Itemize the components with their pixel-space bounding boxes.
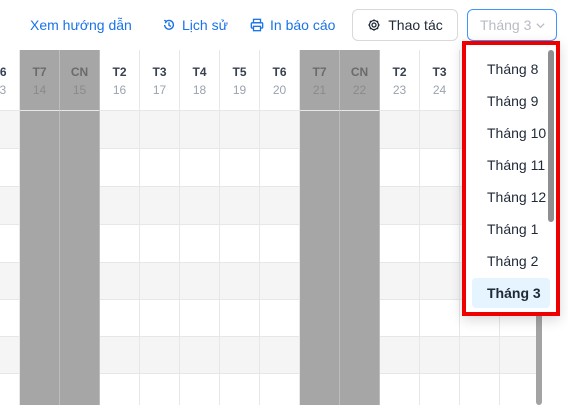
column-divider [219,111,220,405]
day-header: T3 24 [420,50,460,111]
month-option[interactable]: Tháng 12 [472,182,550,212]
day-of-week: T2 [392,65,407,79]
month-dropdown: Tháng 8 Tháng 9 Tháng 10 Tháng 11 Tháng 12 Th… [462,41,560,316]
day-of-week: T7 [312,65,327,79]
month-select[interactable]: Tháng 3 [467,9,557,41]
column-divider [139,111,140,405]
weekend-column [300,111,340,405]
history-icon [163,19,175,30]
day-header: T7 14 [20,50,60,111]
guide-label: Xem hướng dẫn [30,17,132,33]
column-divider [259,111,260,405]
history-label: Lịch sử [182,17,228,33]
month-select-value: Tháng 3 [480,17,532,33]
day-header: T6 20 [260,50,300,111]
day-number: 19 [232,83,247,97]
actions-button[interactable]: Thao tác [352,9,458,41]
history-link[interactable]: Lịch sử [162,14,228,36]
day-header: CN 15 [60,50,100,111]
day-number: 21 [312,83,327,97]
month-option[interactable]: Tháng 8 [472,54,550,84]
printer-icon [250,18,264,32]
day-number: 23 [392,83,407,97]
day-header: T7 21 [300,50,340,111]
print-link[interactable]: In báo cáo [250,14,335,36]
day-number: 14 [32,83,47,97]
day-number: 13 [0,83,7,97]
weekend-column [20,111,60,405]
day-of-week: T6 [0,65,7,79]
day-of-week: CN [70,65,89,79]
day-of-week: CN [350,65,369,79]
column-divider [179,111,180,405]
day-header: T3 17 [140,50,180,111]
actions-label: Thao tác [388,17,443,33]
weekend-column [340,111,380,405]
day-of-week: T4 [192,65,207,79]
day-number: 16 [112,83,127,97]
day-number: 17 [152,83,167,97]
column-divider [419,111,420,405]
day-header: CN 22 [340,50,380,111]
month-option[interactable]: Tháng 10 [472,118,550,148]
day-header: T2 23 [380,50,420,111]
day-number: 15 [72,83,87,97]
dropdown-scrollbar[interactable] [548,50,554,222]
day-number: 22 [352,83,367,97]
day-number: 20 [272,83,287,97]
day-header: T4 18 [180,50,220,111]
month-option[interactable]: Tháng 9 [472,86,550,116]
month-option[interactable]: Tháng 3 [472,278,550,308]
month-option[interactable]: Tháng 11 [472,150,550,180]
weekend-column [60,111,100,405]
print-label: In báo cáo [270,17,336,33]
day-number: 18 [192,83,207,97]
day-of-week: T5 [232,65,247,79]
day-of-week: T3 [152,65,167,79]
guide-link[interactable]: Xem hướng dẫn [30,14,132,36]
day-header: T5 19 [220,50,260,111]
day-of-week: T3 [432,65,447,79]
month-option[interactable]: Tháng 1 [472,214,550,244]
day-number: 24 [432,83,447,97]
gear-icon [368,19,380,31]
month-option[interactable]: Tháng 2 [472,246,550,276]
chevron-down-icon [536,22,545,28]
calendar-grid: T613T714CN15T216T317T418T519T620T721CN22… [0,50,540,405]
day-header: T613 [0,50,20,111]
day-header: T2 16 [100,50,140,111]
day-of-week: T7 [32,65,47,79]
column-divider [459,111,460,405]
day-of-week: T2 [112,65,127,79]
day-of-week: T6 [272,65,287,79]
